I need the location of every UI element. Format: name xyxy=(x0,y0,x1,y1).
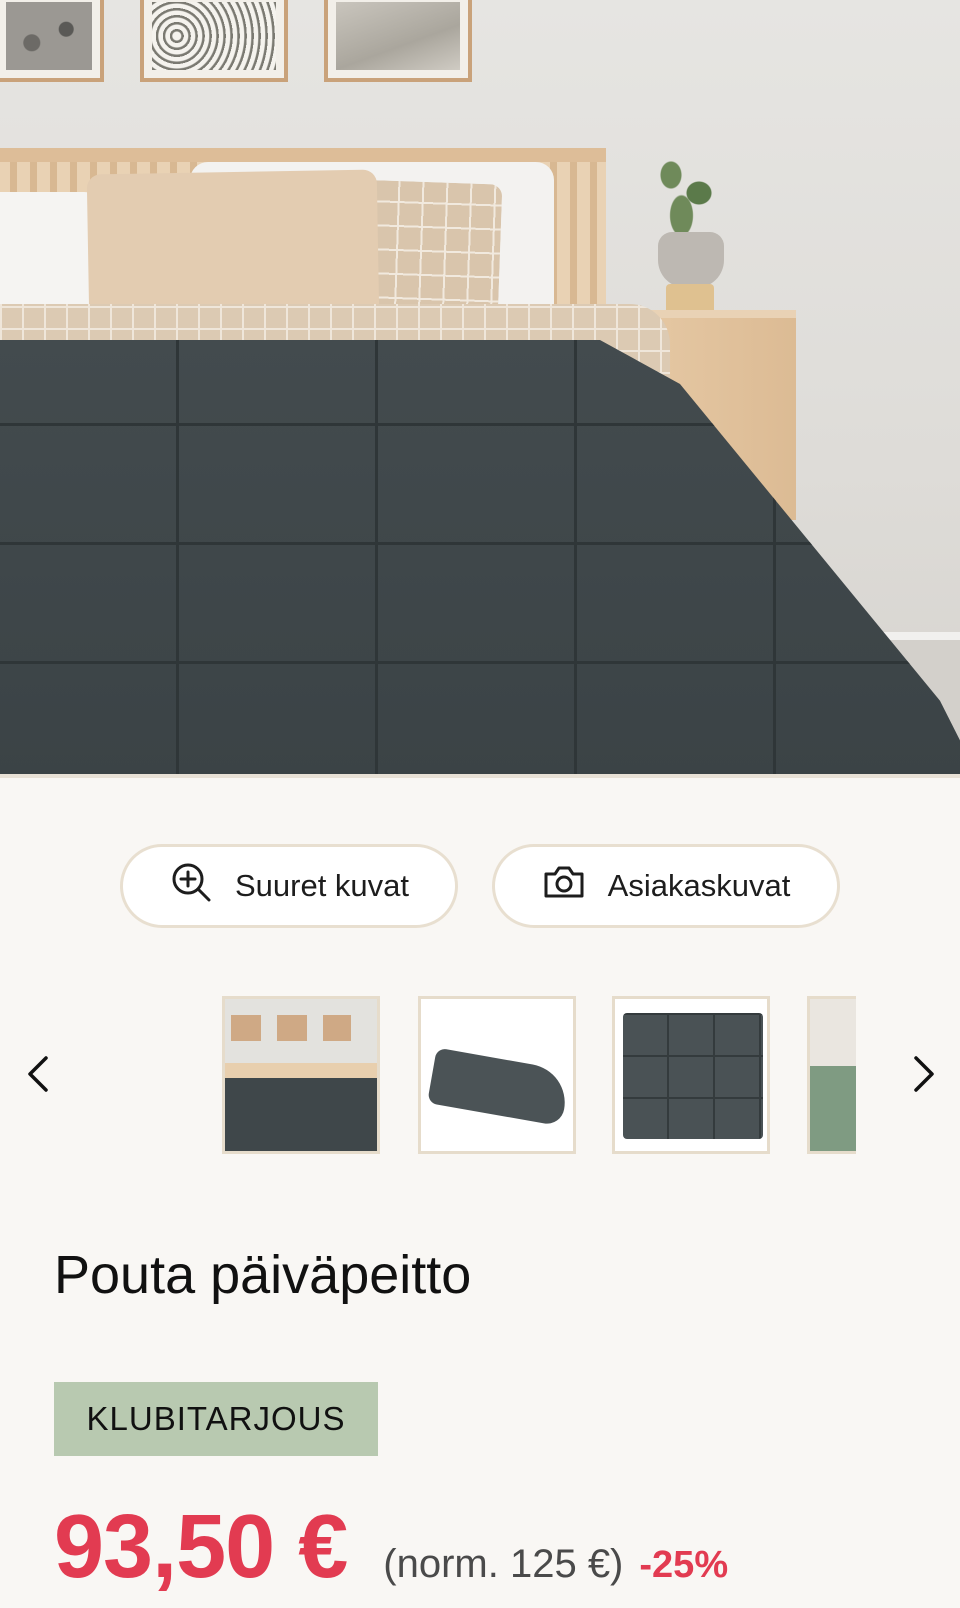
customer-photos-button[interactable]: Asiakaskuvat xyxy=(492,844,840,928)
normal-price: (norm. 125 €) xyxy=(383,1542,624,1586)
large-images-button[interactable]: Suuret kuvat xyxy=(120,844,458,928)
customer-photos-label: Asiakaskuvat xyxy=(607,868,791,903)
vase xyxy=(658,232,724,288)
carousel-prev-button[interactable] xyxy=(18,1052,62,1096)
thumbnail-2[interactable] xyxy=(418,996,576,1154)
sale-price: 93,50 € xyxy=(54,1497,348,1597)
pillow xyxy=(0,192,100,322)
product-title: Pouta päiväpeitto xyxy=(54,1245,472,1305)
price-row: 93,50 € (norm. 125 €) -25% xyxy=(54,1496,728,1599)
camera-icon xyxy=(542,860,586,912)
quilted-bedspread xyxy=(0,340,960,776)
thumbnail-4[interactable] xyxy=(807,996,856,1154)
wall-art-frame xyxy=(0,0,104,82)
carousel-next-button[interactable] xyxy=(900,1052,944,1096)
wall-art-frame xyxy=(140,0,288,82)
discount-percent: -25% xyxy=(639,1544,729,1586)
plant xyxy=(650,148,720,238)
thumbnail-1[interactable] xyxy=(222,996,380,1154)
zoom-in-icon xyxy=(169,860,213,912)
product-main-image[interactable] xyxy=(0,0,960,776)
thumbnail-strip xyxy=(222,996,856,1154)
chevron-left-icon xyxy=(28,1056,48,1092)
club-offer-badge: KLUBITARJOUS xyxy=(54,1382,378,1456)
thumbnail-3[interactable] xyxy=(612,996,770,1154)
chevron-right-icon xyxy=(914,1056,934,1092)
large-images-label: Suuret kuvat xyxy=(234,868,410,903)
pillow xyxy=(86,169,380,325)
wall-art-frame xyxy=(324,0,472,82)
image-divider xyxy=(0,774,960,778)
